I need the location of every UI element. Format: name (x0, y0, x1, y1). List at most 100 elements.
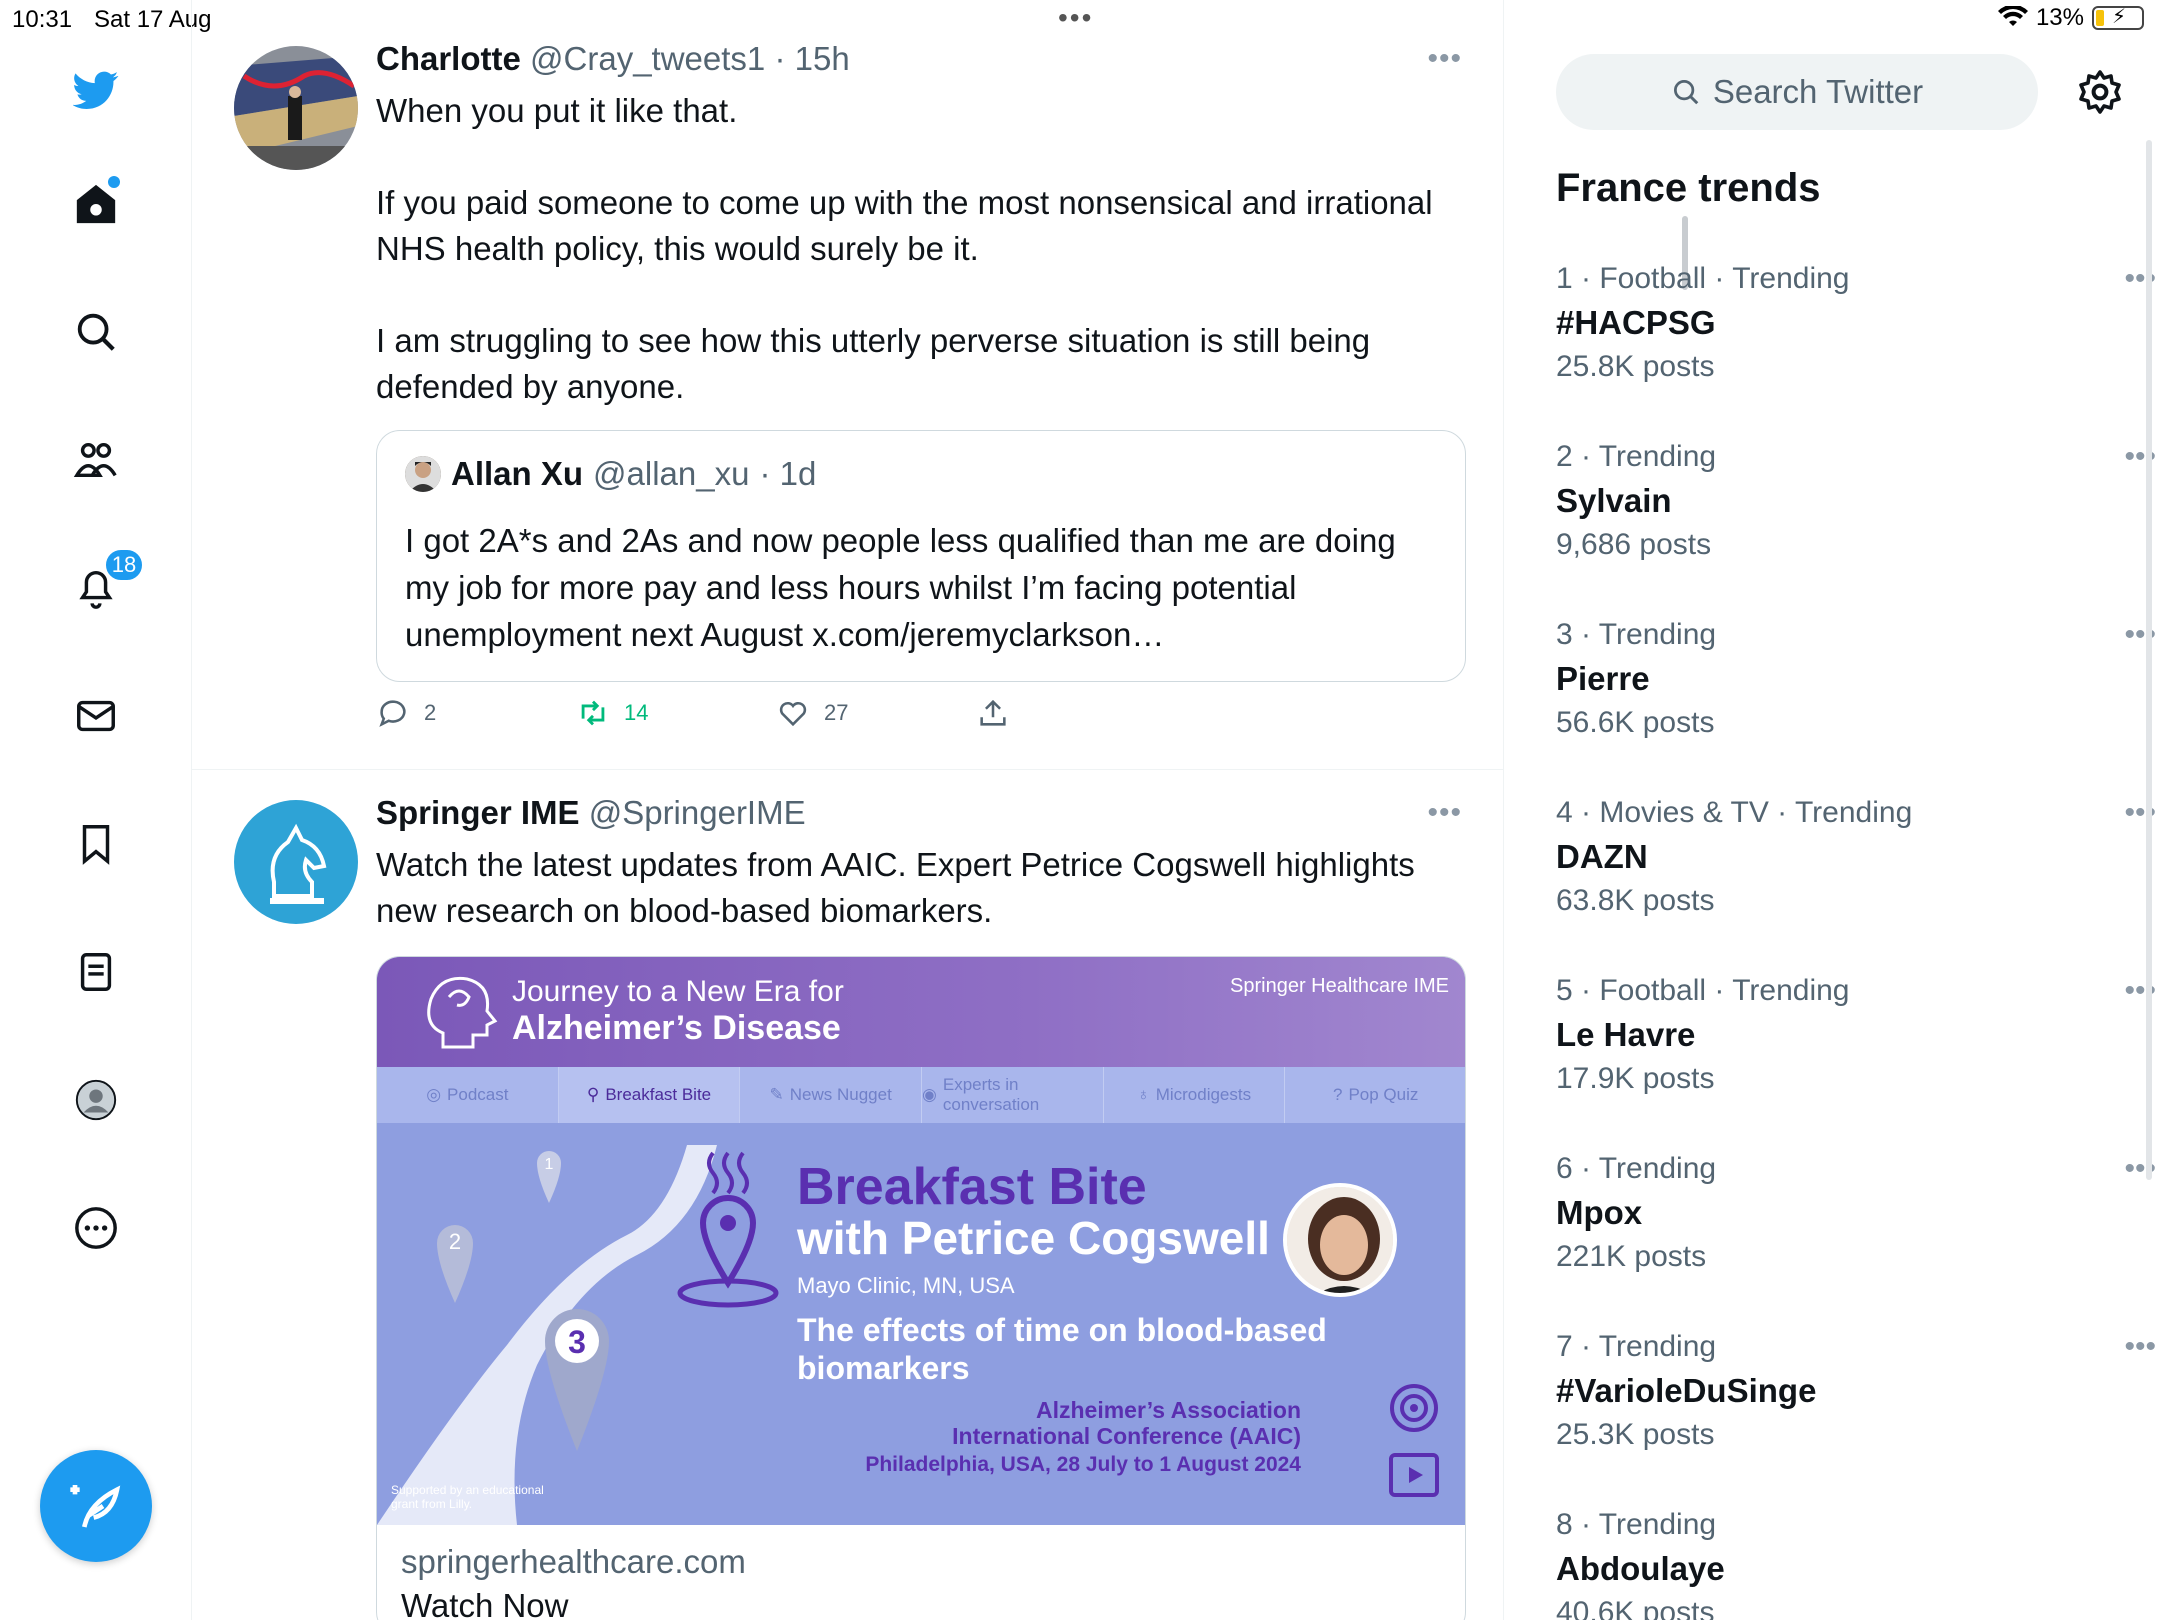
retweet-icon (581, 700, 605, 726)
like-count: 27 (824, 700, 849, 725)
settings-gear-icon[interactable] (2076, 68, 2124, 116)
trend-count: 221K posts (1556, 1240, 1707, 1273)
communities-icon[interactable] (68, 432, 124, 488)
head-profile-icon (427, 976, 498, 1049)
trend-count: 25.8K posts (1556, 350, 1715, 383)
search-input[interactable]: Search Twitter (1556, 54, 2038, 130)
notifications-badge: 18 (104, 548, 144, 582)
tweet-header: Springer IME @SpringerIME (376, 794, 806, 832)
unread-dot (108, 176, 120, 188)
breakfast-pin-icon (677, 1151, 779, 1308)
heart-icon (779, 701, 807, 727)
trend-item[interactable]: 4 · Movies & TV · Trending DAZN 63.8K po… (1556, 796, 2156, 956)
trend-meta: 5 · Football · Trending (1556, 974, 1850, 1007)
trend-count: 56.6K posts (1556, 706, 1715, 739)
media-title-line1: Journey to a New Era for (512, 975, 844, 1008)
reply-count: 2 (424, 700, 437, 725)
trend-item[interactable]: 1 · Football · Trending #HACPSG 25.8K po… (1556, 262, 2156, 422)
author-name[interactable]: Charlotte (376, 40, 521, 77)
timeline: Charlotte @Cray_tweets1 · 15h ••• When y… (192, 0, 1688, 1620)
quoted-author-handle: @allan_xu (593, 455, 750, 492)
trend-topic: Sylvain (1556, 482, 1672, 519)
card-title: Watch Now (401, 1587, 569, 1620)
card-media-image[interactable]: Journey to a New Era for Alzheimer’s Dis… (377, 957, 1465, 1525)
media-tab-news-nugget: ✎ News Nugget (740, 1067, 923, 1123)
trend-item[interactable]: 7 · Trending #VarioleDuSinge 25.3K posts… (1556, 1330, 2156, 1490)
share-icon (980, 699, 1006, 726)
media-brand: Springer Healthcare IME (1230, 975, 1449, 997)
author-name[interactable]: Springer IME (376, 794, 580, 831)
trend-meta: 7 · Trending (1556, 1330, 1717, 1363)
avatar[interactable] (234, 46, 358, 170)
trend-meta: 4 · Movies & TV · Trending (1556, 796, 1913, 829)
step-3-label: 3 (568, 1324, 586, 1360)
tweet-header: Charlotte @Cray_tweets1 · 15h (376, 40, 850, 78)
link-card[interactable]: Journey to a New Era for Alzheimer’s Dis… (376, 956, 1466, 1620)
trend-topic: Le Havre (1556, 1016, 1696, 1053)
tweet-more-icon[interactable]: ••• (1427, 42, 1462, 76)
trend-count: 40.6K posts (1556, 1596, 1715, 1620)
podcast-circle-icon (1390, 1384, 1438, 1432)
media-tab-podcast: ◎ Podcast (377, 1067, 559, 1123)
trend-item[interactable]: 3 · Trending Pierre 56.6K posts ••• (1556, 618, 2156, 778)
author-handle[interactable]: @SpringerIME (589, 794, 806, 831)
retweet-count: 14 (624, 700, 649, 725)
notifications-bell-icon[interactable]: 18 (68, 548, 144, 616)
messages-envelope-icon[interactable] (68, 688, 124, 744)
tweet-time[interactable]: · 15h (774, 40, 849, 77)
trend-count: 17.9K posts (1556, 1062, 1715, 1095)
trend-item[interactable]: 8 · Trending Abdoulaye 40.6K posts ••• (1556, 1508, 2116, 1620)
hand-icon: ♁ (1136, 1085, 1150, 1104)
bookmarks-icon[interactable] (68, 816, 124, 872)
like-button[interactable]: 27 (776, 696, 848, 730)
reply-button[interactable]: 2 (376, 696, 436, 730)
card-footer[interactable]: springerhealthcare.com Watch Now (377, 1525, 1465, 1620)
author-handle[interactable]: @Cray_tweets1 (530, 40, 765, 77)
trend-topic: Abdoulaye (1556, 1550, 1725, 1587)
media-affiliation: Mayo Clinic, MN, USA (797, 1273, 1015, 1298)
trend-item[interactable]: 2 · Trending Sylvain 9,686 posts ••• (1556, 440, 2156, 600)
profile-avatar-icon[interactable] (68, 1072, 124, 1128)
news-icon: ✎ (769, 1085, 784, 1104)
twitter-logo-icon[interactable] (68, 62, 124, 118)
trend-more-icon[interactable]: ••• (2124, 1330, 2156, 1364)
media-tab-breakfast-bite: ⚲ Breakfast Bite (558, 1067, 741, 1123)
media-conference-line1: Alzheimer’s Association (1035, 1397, 1301, 1423)
tweet[interactable]: Charlotte @Cray_tweets1 · 15h ••• When y… (192, 36, 1504, 770)
reply-icon (379, 700, 406, 727)
trend-topic: Mpox (1556, 1194, 1643, 1231)
trend-topic: #HACPSG (1556, 304, 1716, 341)
trend-meta: 3 · Trending (1556, 618, 1717, 651)
share-button[interactable] (976, 696, 1010, 730)
media-conference-line3: Philadelphia, USA, 28 July to 1 August 2… (865, 1453, 1301, 1476)
lists-icon[interactable] (68, 944, 124, 1000)
quiz-icon: ? (1332, 1085, 1343, 1104)
media-title-line2: Alzheimer’s Disease (512, 1009, 841, 1047)
search-icon (1673, 80, 1699, 105)
step-1-label: 1 (545, 1156, 554, 1173)
trend-count: 25.3K posts (1556, 1418, 1715, 1451)
compose-feather-icon (70, 1485, 121, 1528)
sidebar-nav: 18 (0, 0, 192, 1620)
trend-count: 9,686 posts (1556, 528, 1712, 561)
tweet[interactable]: Springer IME @SpringerIME ••• Watch the … (192, 770, 1504, 1620)
sidebar-scrollbar[interactable] (2146, 140, 2152, 1180)
tweet-actions: 2 14 27 (376, 696, 1076, 736)
tweet-text: Watch the latest updates from AAIC. Expe… (376, 846, 1424, 929)
trend-count: 63.8K posts (1556, 884, 1715, 917)
retweet-button[interactable]: 14 (576, 696, 648, 730)
home-icon[interactable] (68, 176, 124, 232)
avatar[interactable] (234, 800, 358, 924)
quoted-tweet[interactable]: Allan Xu @allan_xu · 1d I got 2A*s and 2… (376, 430, 1466, 682)
more-options-icon[interactable] (68, 1200, 124, 1256)
compose-tweet-button[interactable] (40, 1450, 152, 1562)
tweet-text: When you put it like that. If you paid s… (376, 92, 1433, 405)
explore-search-icon[interactable] (68, 304, 124, 360)
trend-item[interactable]: 5 · Football · Trending Le Havre 17.9K p… (1556, 974, 2156, 1134)
trend-item[interactable]: 6 · Trending Mpox 221K posts ••• (1556, 1152, 2156, 1312)
quoted-author-name: Allan Xu (451, 455, 584, 492)
media-tab-microdigests: ♁ Microdigests (1104, 1067, 1286, 1123)
right-sidebar: Search Twitter France trends 1 · Footbal… (1504, 0, 2160, 1620)
tweet-more-icon[interactable]: ••• (1427, 796, 1462, 830)
trend-meta: 8 · Trending (1556, 1508, 1717, 1541)
